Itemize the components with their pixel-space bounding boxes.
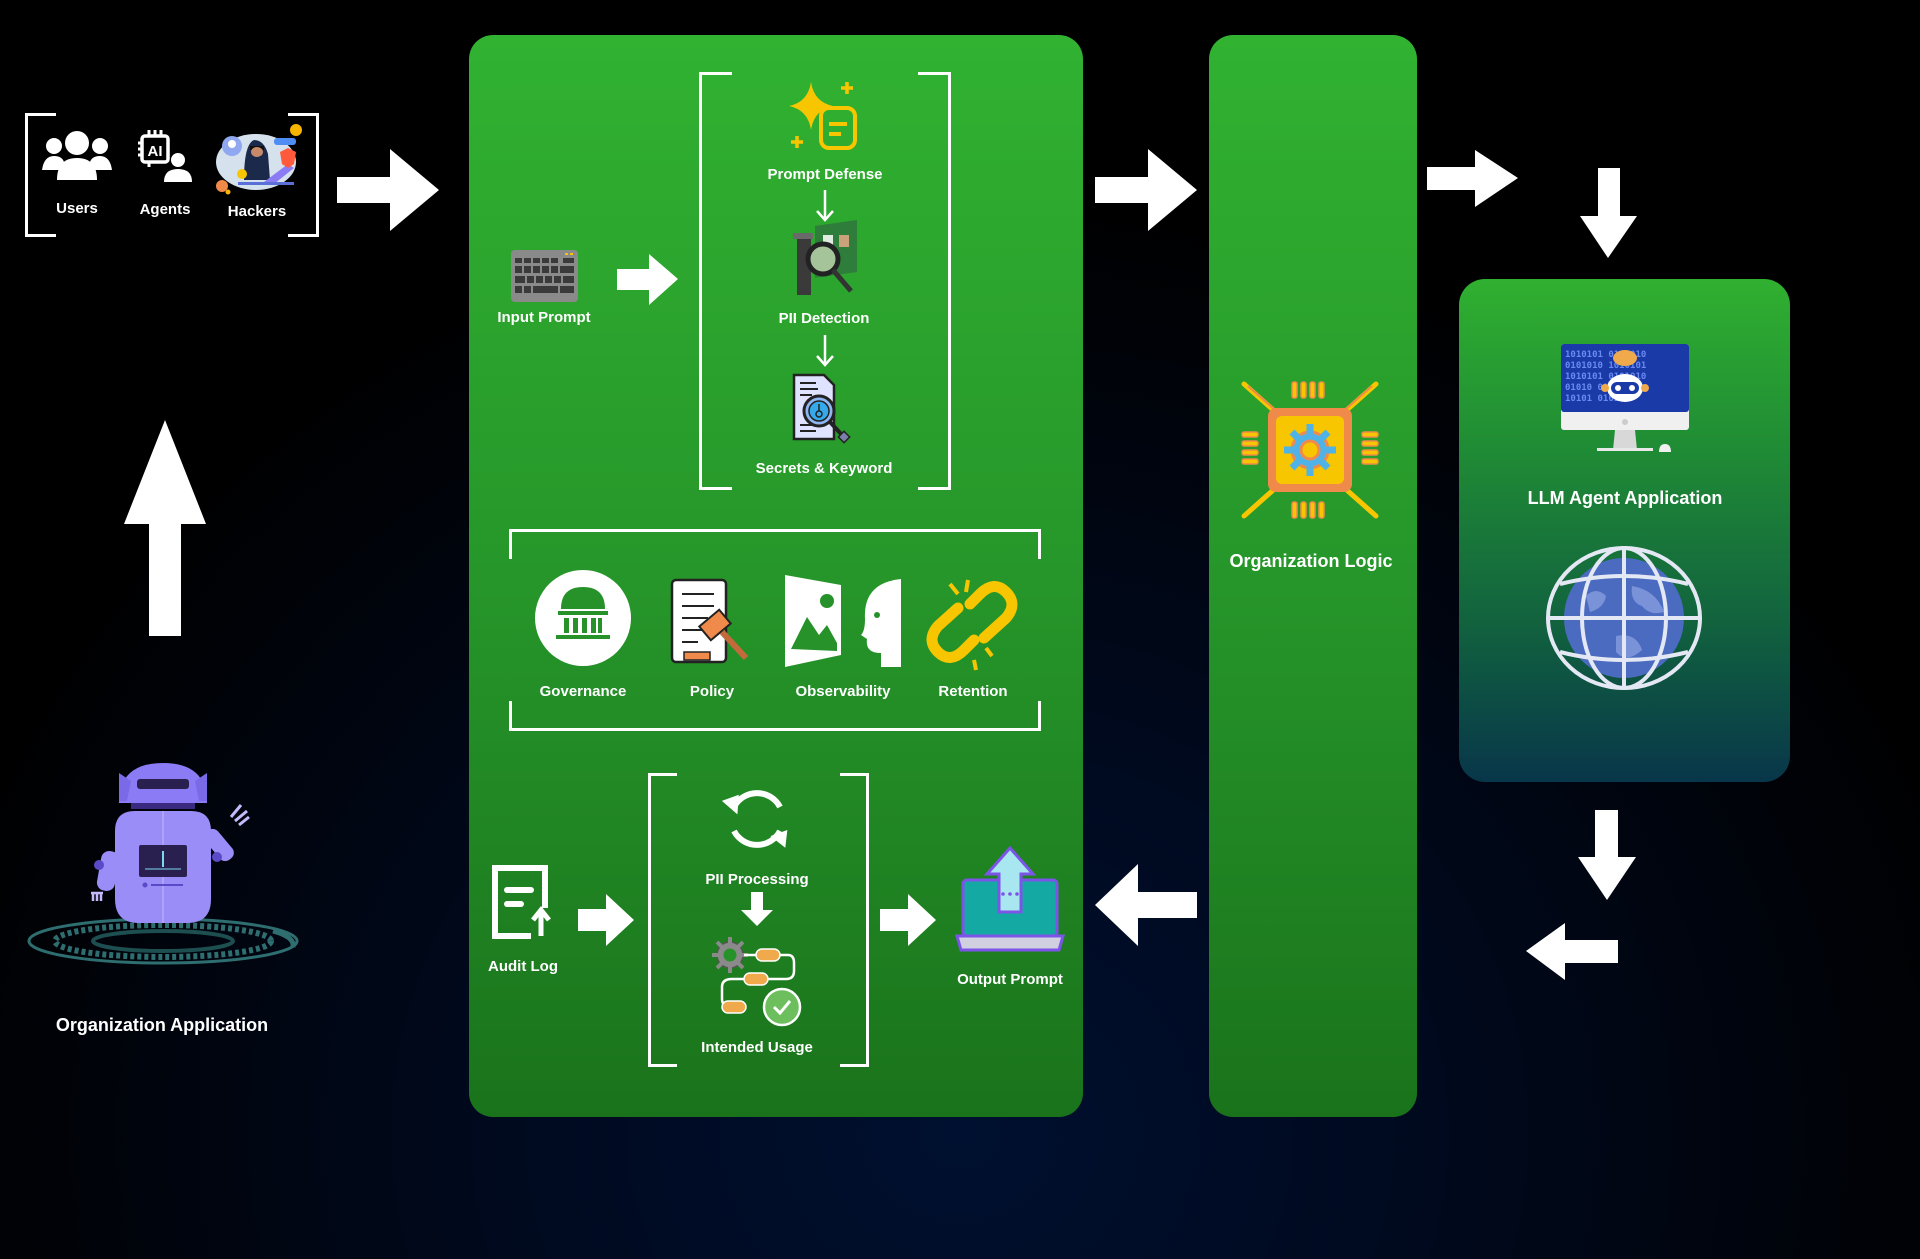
arrow-right-icon — [617, 254, 678, 305]
secrets-keyword-label: Secrets & Keyword — [755, 460, 893, 477]
ai-monitor-icon: 1010101 0101010 0101010 1010101 1010101 … — [1561, 344, 1689, 452]
prompt-defense-label: Prompt Defense — [767, 166, 883, 183]
input-checks-bracket-right — [918, 72, 951, 490]
input-checks-bracket-left — [699, 72, 732, 490]
robot-icon — [27, 763, 299, 965]
workflow-check-icon — [712, 937, 802, 1027]
sparkle-document-icon — [789, 82, 857, 150]
intended-usage-label: Intended Usage — [701, 1039, 813, 1056]
arrow-up-icon — [124, 420, 206, 636]
laptop-upload-icon — [955, 845, 1065, 952]
arrow-right-icon — [1095, 149, 1197, 231]
arrow-down-icon — [816, 335, 834, 367]
arrow-right-icon — [337, 149, 439, 231]
svg-text:AI: AI — [148, 143, 163, 160]
policy-gavel-icon — [670, 578, 749, 664]
arrow-down-icon — [1580, 168, 1637, 258]
arrow-down-icon — [816, 190, 834, 222]
output-checks-bracket-left — [648, 773, 677, 1067]
retention-label: Retention — [938, 683, 1008, 700]
arrow-right-icon — [578, 894, 634, 946]
policy-label: Policy — [689, 683, 735, 700]
secret-search-icon — [792, 373, 851, 444]
audit-log-icon — [492, 865, 551, 939]
output-checks-bracket-right — [840, 773, 869, 1067]
users-icon — [42, 131, 112, 180]
arrow-down-icon — [1578, 810, 1636, 900]
pii-detection-label: PII Detection — [778, 310, 870, 327]
chip-gear-icon — [1241, 381, 1379, 519]
hacker-icon — [216, 124, 302, 195]
input-prompt-label: Input Prompt — [497, 309, 591, 326]
pii-processing-label: PII Processing — [705, 871, 809, 888]
governance-label: Governance — [539, 683, 627, 700]
audit-log-label: Audit Log — [488, 958, 558, 975]
llm-agent-application-label: LLM Agent Application — [1527, 488, 1723, 508]
organization-application-label: Organization Application — [55, 1015, 269, 1035]
agents-label: Agents — [139, 201, 191, 218]
organization-logic-panel — [1209, 35, 1417, 1117]
broken-link-icon — [926, 579, 1018, 671]
arrow-right-icon — [880, 894, 936, 946]
ai-agent-icon: AI — [138, 130, 192, 182]
arrow-right-icon — [1427, 150, 1518, 207]
refresh-icon — [721, 790, 788, 848]
observability-label: Observability — [795, 683, 891, 700]
globe-icon — [1546, 546, 1702, 690]
output-prompt-label: Output Prompt — [957, 971, 1063, 988]
observability-icon — [785, 575, 901, 667]
hackers-label: Hackers — [227, 203, 287, 220]
arrow-down-icon — [741, 892, 773, 926]
arrow-left-icon — [1526, 923, 1618, 980]
pii-scan-icon — [793, 220, 857, 295]
government-building-icon — [535, 570, 631, 666]
arrow-left-icon — [1095, 864, 1197, 946]
users-label: Users — [56, 200, 98, 217]
keyboard-icon — [511, 250, 578, 302]
organization-logic-label: Organization Logic — [1229, 551, 1393, 571]
